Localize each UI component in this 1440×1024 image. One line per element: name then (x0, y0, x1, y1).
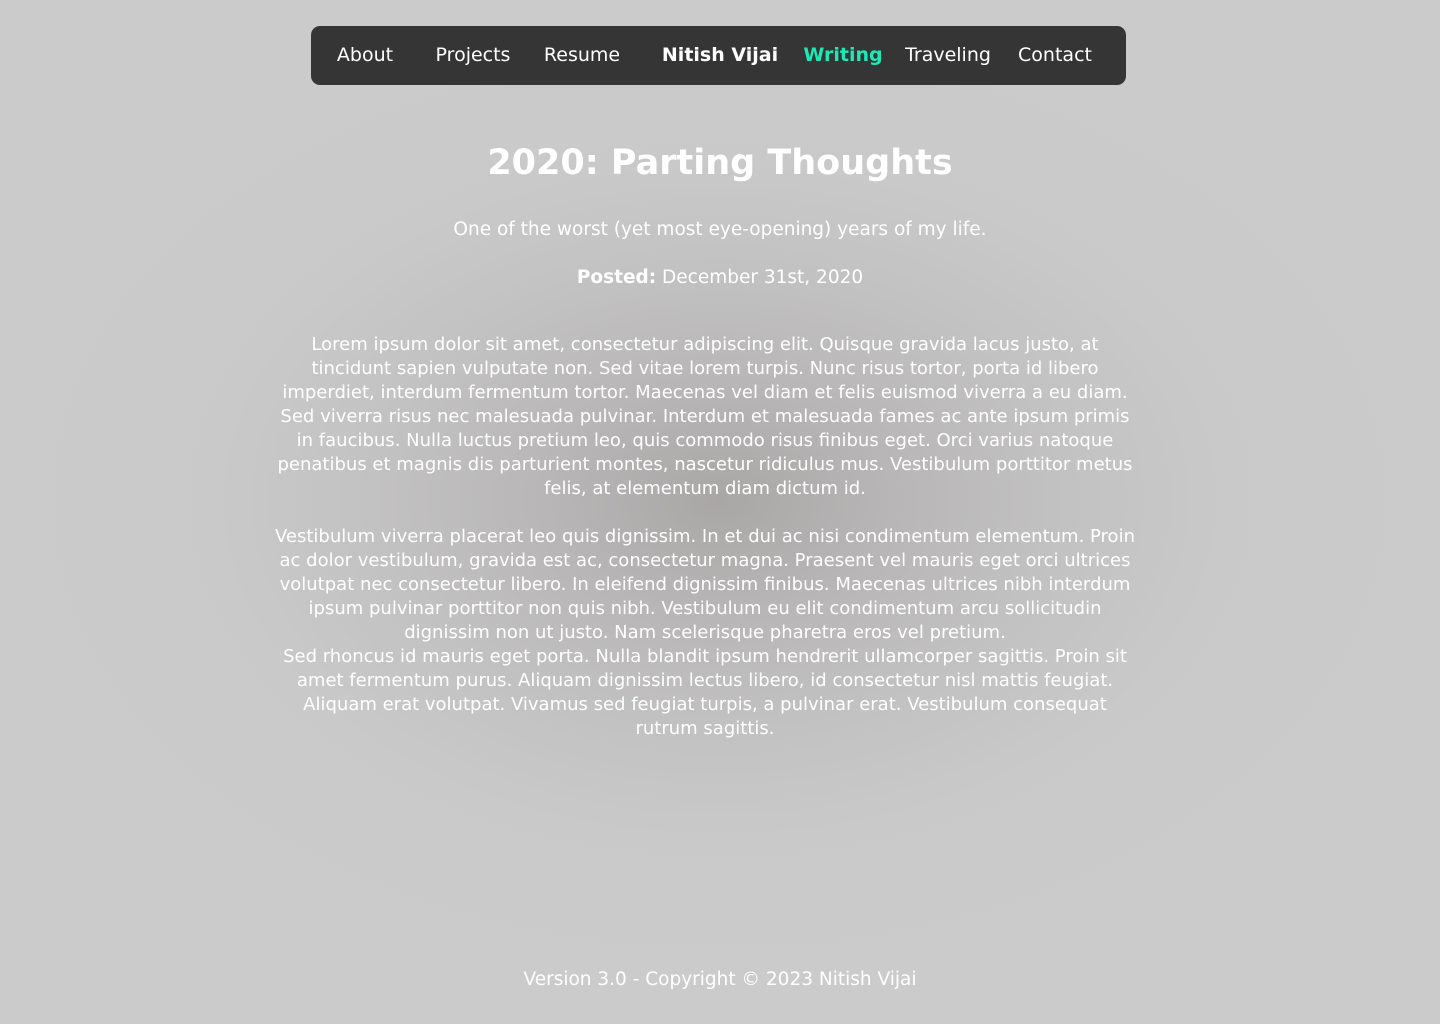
nav-brand-home[interactable]: Nitish Vijai (662, 26, 778, 85)
top-navbar: About Projects Resume Nitish Vijai Writi… (311, 26, 1126, 85)
nav-link-contact[interactable]: Contact (1018, 26, 1092, 85)
nav-link-writing[interactable]: Writing (803, 26, 882, 85)
nav-link-traveling[interactable]: Traveling (905, 26, 991, 85)
article-paragraph-2: Vestibulum viverra placerat leo quis dig… (275, 526, 1135, 643)
article-paragraph-1: Lorem ipsum dolor sit amet, consectetur … (277, 334, 1133, 499)
article-posted-date: Posted: December 31st, 2020 (0, 265, 1440, 291)
nav-link-resume[interactable]: Resume (544, 26, 620, 85)
article-title: 2020: Parting Thoughts (487, 143, 953, 183)
nav-link-about[interactable]: About (337, 26, 393, 85)
article-paragraph-3: Sed rhoncus id mauris eget porta. Nulla … (283, 646, 1127, 739)
article-subtitle: One of the worst (yet most eye-opening) … (453, 219, 987, 240)
posted-label: Posted: (576, 267, 657, 288)
nav-link-projects[interactable]: Projects (436, 26, 511, 85)
footer-copyright: Version 3.0 - Copyright © 2023 Nitish Vi… (523, 969, 917, 990)
posted-date: December 31st, 2020 (662, 267, 864, 288)
